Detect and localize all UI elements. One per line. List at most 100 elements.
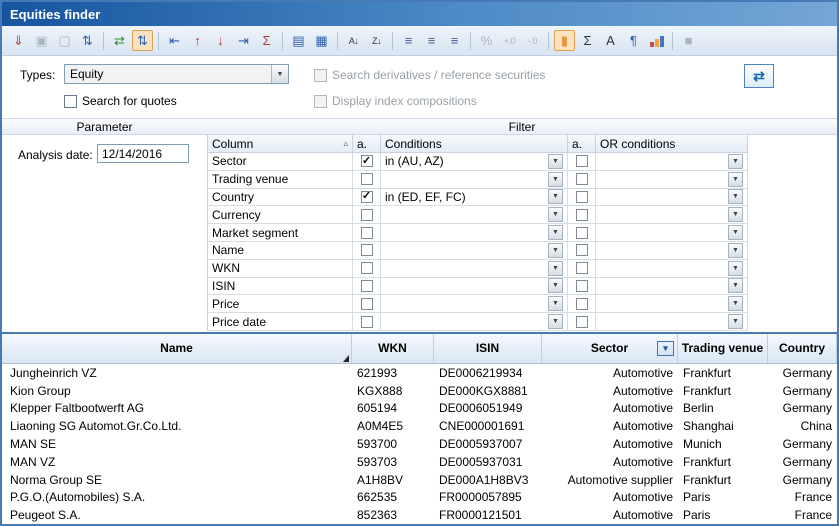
filter-enabled-checkbox[interactable] bbox=[361, 298, 373, 310]
result-row[interactable]: MAN SE593700DE0005937007AutomotiveMunich… bbox=[2, 435, 837, 453]
column-header-wkn[interactable]: WKN bbox=[352, 334, 434, 363]
chart-icon[interactable] bbox=[646, 30, 667, 51]
filter-enabled-checkbox[interactable] bbox=[361, 262, 373, 274]
or-enabled-checkbox[interactable] bbox=[576, 227, 588, 239]
or-condition-dropdown-arrow[interactable]: ▼ bbox=[728, 261, 743, 276]
condition-dropdown-arrow[interactable]: ▼ bbox=[548, 296, 563, 311]
or-enabled-checkbox[interactable] bbox=[576, 155, 588, 167]
or-condition-dropdown-arrow[interactable]: ▼ bbox=[728, 207, 743, 222]
types-dropdown[interactable]: Equity ▼ bbox=[64, 64, 289, 84]
filter-column-label[interactable]: Price bbox=[208, 295, 353, 313]
refresh-icon[interactable]: ⇄ bbox=[109, 30, 130, 51]
filter-column-label[interactable]: Market segment bbox=[208, 224, 353, 242]
table-layout-icon[interactable]: ▦ bbox=[311, 30, 332, 51]
or-enabled-checkbox[interactable] bbox=[576, 244, 588, 256]
or-enabled-checkbox[interactable] bbox=[576, 298, 588, 310]
move-first-icon[interactable]: ⇤ bbox=[164, 30, 185, 51]
column-filter-button[interactable]: ▾ bbox=[657, 341, 674, 356]
or-enabled-checkbox[interactable] bbox=[576, 262, 588, 274]
condition-dropdown-arrow[interactable]: ▼ bbox=[548, 207, 563, 222]
filter-enabled-checkbox[interactable] bbox=[361, 316, 373, 328]
filter-enabled-checkbox[interactable]: ✓ bbox=[361, 191, 373, 203]
move-up-icon[interactable]: ↑ bbox=[187, 30, 208, 51]
filter-enabled-checkbox[interactable] bbox=[361, 227, 373, 239]
filter-column-label[interactable]: WKN bbox=[208, 260, 353, 278]
filter-enabled-checkbox[interactable] bbox=[361, 209, 373, 221]
condition-dropdown-arrow[interactable]: ▼ bbox=[548, 172, 563, 187]
filter-enabled-checkbox[interactable] bbox=[361, 244, 373, 256]
export-icon[interactable]: ⇓ bbox=[8, 30, 29, 51]
filter-enabled-checkbox[interactable] bbox=[361, 280, 373, 292]
or-condition-dropdown-arrow[interactable]: ▼ bbox=[728, 189, 743, 204]
column-header-country[interactable]: Country bbox=[768, 334, 837, 363]
align-right-icon[interactable]: ≡ bbox=[444, 30, 465, 51]
condition-dropdown-arrow[interactable]: ▼ bbox=[548, 261, 563, 276]
result-row[interactable]: Kion GroupKGX888DE000KGX8881AutomotiveFr… bbox=[2, 382, 837, 400]
run-search-button[interactable]: ⇄ bbox=[744, 64, 774, 88]
condition-dropdown-arrow[interactable]: ▼ bbox=[548, 278, 563, 293]
filter-enabled-checkbox[interactable] bbox=[361, 173, 373, 185]
filter-header-column[interactable]: Column ▵ bbox=[208, 135, 353, 153]
column-header-isin[interactable]: ISIN bbox=[434, 334, 542, 363]
or-condition-dropdown-arrow[interactable]: ▼ bbox=[728, 225, 743, 240]
analysis-date-input[interactable] bbox=[97, 144, 189, 163]
move-down-icon[interactable]: ↓ bbox=[210, 30, 231, 51]
condition-dropdown-arrow[interactable]: ▼ bbox=[548, 314, 563, 329]
paragraph-icon[interactable]: ¶ bbox=[623, 30, 644, 51]
condition-value[interactable]: in (AU, AZ) bbox=[385, 154, 444, 168]
font-icon[interactable]: A bbox=[600, 30, 621, 51]
highlight-icon[interactable]: ▮ bbox=[554, 30, 575, 51]
or-enabled-checkbox[interactable] bbox=[576, 316, 588, 328]
or-condition-dropdown-arrow[interactable]: ▼ bbox=[728, 314, 743, 329]
or-condition-dropdown-arrow[interactable]: ▼ bbox=[728, 278, 743, 293]
filter-column-label[interactable]: Sector bbox=[208, 153, 353, 171]
auto-filter-icon[interactable]: ⇅ bbox=[132, 30, 153, 51]
or-condition-dropdown-arrow[interactable]: ▼ bbox=[728, 154, 743, 169]
column-header-label: WKN bbox=[378, 342, 407, 355]
chevron-down-icon[interactable]: ▼ bbox=[271, 65, 288, 83]
filter-column-label[interactable]: Name bbox=[208, 242, 353, 260]
fit-rows-icon[interactable]: ⇅ bbox=[77, 30, 98, 51]
or-condition-dropdown-arrow[interactable]: ▼ bbox=[728, 296, 743, 311]
sigma-icon[interactable]: Σ bbox=[577, 30, 598, 51]
filter-column-label[interactable]: Trading venue bbox=[208, 171, 353, 189]
condition-dropdown-arrow[interactable]: ▼ bbox=[548, 154, 563, 169]
align-left-icon[interactable]: ≡ bbox=[398, 30, 419, 51]
sort-descending-icon[interactable]: Z↓ bbox=[366, 30, 387, 51]
search-for-quotes-checkbox[interactable]: Search for quotes bbox=[64, 94, 177, 108]
or-enabled-checkbox[interactable] bbox=[576, 280, 588, 292]
sum-row-icon[interactable]: Σ bbox=[256, 30, 277, 51]
or-enabled-checkbox[interactable] bbox=[576, 191, 588, 203]
filter-enabled-checkbox[interactable]: ✓ bbox=[361, 155, 373, 167]
column-header-trading-venue[interactable]: Trading venue bbox=[678, 334, 768, 363]
result-row[interactable]: Liaoning SG Automot.Gr.Co.Ltd.A0M4E5CNE0… bbox=[2, 417, 837, 435]
or-condition-dropdown-arrow[interactable]: ▼ bbox=[728, 243, 743, 258]
filter-row: Price ▼ ▼ bbox=[208, 295, 747, 313]
result-row[interactable]: Jungheinrich VZ621993DE0006219934Automot… bbox=[2, 364, 837, 382]
result-row[interactable]: Klepper Faltbootwerft AG605194DE00060519… bbox=[2, 400, 837, 418]
column-header-name[interactable]: Name bbox=[2, 334, 352, 363]
align-center-icon[interactable]: ≡ bbox=[421, 30, 442, 51]
or-enabled-checkbox[interactable] bbox=[576, 173, 588, 185]
condition-dropdown-arrow[interactable]: ▼ bbox=[548, 189, 563, 204]
cell-name: Liaoning SG Automot.Gr.Co.Ltd. bbox=[2, 417, 352, 435]
result-row[interactable]: Peugeot S.A.852363FR0000121501Automotive… bbox=[2, 506, 837, 524]
cell-isin: DE000KGX8881 bbox=[434, 382, 542, 400]
sort-ascending-icon[interactable]: A↓ bbox=[343, 30, 364, 51]
filter-column-label[interactable]: ISIN bbox=[208, 278, 353, 296]
or-enabled-checkbox[interactable] bbox=[576, 209, 588, 221]
condition-dropdown-arrow[interactable]: ▼ bbox=[548, 243, 563, 258]
column-header-sector[interactable]: Sector▾ bbox=[542, 334, 678, 363]
condition-value[interactable]: in (ED, EF, FC) bbox=[385, 190, 466, 204]
freeze-columns-icon[interactable]: ▤ bbox=[288, 30, 309, 51]
filter-column-label[interactable]: Currency bbox=[208, 206, 353, 224]
checkbox-box[interactable] bbox=[64, 95, 77, 108]
condition-dropdown-arrow[interactable]: ▼ bbox=[548, 225, 563, 240]
result-row[interactable]: Norma Group SEA1H8BVDE000A1H8BV3Automoti… bbox=[2, 471, 837, 489]
move-last-icon[interactable]: ⇥ bbox=[233, 30, 254, 51]
filter-column-label[interactable]: Price date bbox=[208, 313, 353, 331]
result-row[interactable]: P.G.O.(Automobiles) S.A.662535FR00000578… bbox=[2, 489, 837, 507]
or-condition-dropdown-arrow[interactable]: ▼ bbox=[728, 172, 743, 187]
filter-column-label[interactable]: Country bbox=[208, 189, 353, 207]
result-row[interactable]: MAN VZ593703DE0005937031AutomotiveFrankf… bbox=[2, 453, 837, 471]
